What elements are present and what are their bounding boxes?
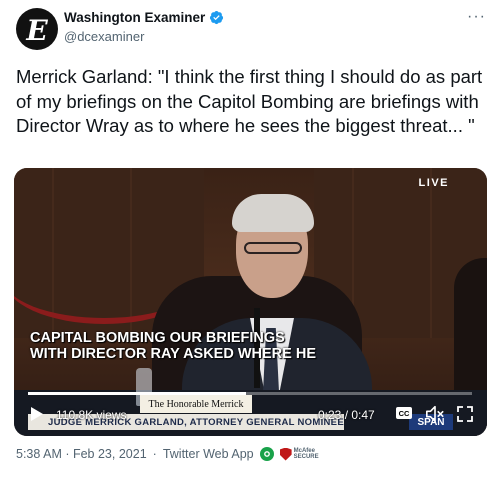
tweet-timestamp[interactable]: 5:38 AM · Feb 23, 2021 [16,447,147,461]
play-button[interactable] [26,403,48,425]
author-block: Washington Examiner @dcexaminer [64,10,224,44]
view-count: 110.8K views [56,408,127,422]
footer-separator: · [152,447,157,461]
speaker-hair [232,194,314,232]
closed-captions-button[interactable]: CC [396,407,412,419]
video-player[interactable]: The Honorable Merrick LIVE CAPITAL BOMBI… [14,168,487,436]
tweet-source[interactable]: Twitter Web App [163,447,254,461]
speaker-glasses [244,242,302,254]
closed-caption-text: CAPITAL BOMBING OUR BRIEFINGS WITH DIREC… [30,330,316,362]
tweet-text: Merrick Garland: "I think the first thin… [16,66,483,136]
more-options-icon[interactable]: ··· [467,8,486,26]
mcafee-secure-badge: McAfee SECURE [279,447,319,461]
verified-badge-icon [210,10,224,25]
progress-bar[interactable] [28,392,472,395]
tweet-card: E Washington Examiner @dcexaminer ··· Me… [0,0,500,477]
volume-icon[interactable] [424,404,446,424]
video-time: 0:23 / 0:47 [318,408,375,422]
play-icon [31,407,43,421]
nameplate: The Honorable Merrick [140,395,252,413]
avatar[interactable]: E [16,8,58,50]
mcafee-line2: SECURE [293,454,319,460]
progress-fill [28,392,246,395]
author-name-row: Washington Examiner [64,10,224,25]
live-label: LIVE [418,177,449,189]
author-name[interactable]: Washington Examiner [64,10,205,25]
security-check-icon [259,447,274,461]
tweet-footer: 5:38 AM · Feb 23, 2021 · Twitter Web App… [16,447,319,461]
mcafee-shield-icon [279,447,292,461]
avatar-monogram: E [26,13,48,47]
author-handle[interactable]: @dcexaminer [64,29,224,44]
fullscreen-icon[interactable] [456,405,474,423]
mcafee-text: McAfee SECURE [294,448,319,461]
